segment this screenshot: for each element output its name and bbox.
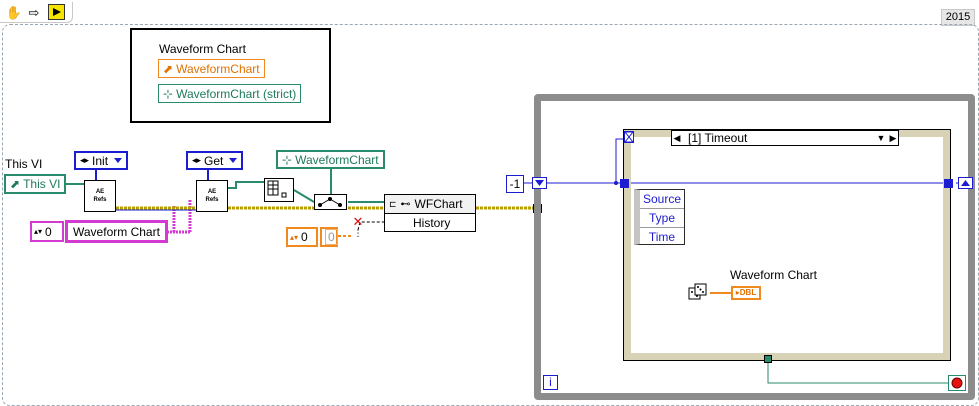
array-subset-node[interactable] bbox=[264, 178, 294, 202]
wire-ref2 bbox=[293, 189, 315, 203]
event-data-node[interactable]: Source Type Time bbox=[634, 189, 685, 245]
hierarchy-icon bbox=[318, 197, 342, 207]
ae-text: Refs bbox=[93, 197, 107, 203]
timeout-terminal[interactable] bbox=[624, 131, 634, 143]
event-data-source: Source bbox=[640, 190, 684, 209]
waveform-chart-string-constant[interactable]: Waveform Chart bbox=[65, 220, 168, 243]
chart-terminal-label: Waveform Chart bbox=[730, 268, 817, 282]
dropdown-arrow-icon bbox=[229, 158, 238, 163]
dice-icon[interactable] bbox=[688, 283, 708, 303]
dropdown-arrow-icon bbox=[114, 158, 123, 163]
iteration-terminal: i bbox=[543, 375, 558, 390]
event-tunnel-right bbox=[944, 179, 953, 188]
init-enum-constant[interactable]: ◂▸ Init bbox=[74, 151, 129, 170]
waveform-ref-control[interactable]: ⬈ WaveformChart bbox=[158, 59, 265, 78]
history-property-row[interactable]: History bbox=[385, 214, 475, 232]
decrement-icon[interactable]: ◀ bbox=[672, 133, 682, 144]
waveform-strict-ref-constant[interactable]: ⊹ WaveformChart bbox=[276, 150, 385, 169]
shift-const[interactable]: -1 bbox=[506, 175, 524, 193]
stop-tunnel bbox=[764, 355, 772, 363]
shift-register-left[interactable] bbox=[532, 177, 547, 189]
coercion-x-icon: ✕ ⋮ bbox=[352, 214, 364, 238]
stop-condition-terminal[interactable] bbox=[948, 375, 966, 391]
wfchart-property-node[interactable]: ⊏ ⊷ WFChart History bbox=[384, 194, 476, 232]
ref-arrow-icon: ⬈ bbox=[163, 61, 174, 76]
ref-arrow-icon: ⬈ bbox=[10, 177, 21, 191]
dropdown-arrow-icon[interactable]: ▼ bbox=[874, 133, 888, 143]
event-case-selector[interactable]: ◀ [1] Timeout ▼ ▶ bbox=[671, 130, 899, 146]
enum-icon: ◂▸ bbox=[192, 155, 202, 165]
this-vi-ref[interactable]: ⬈ This VI bbox=[4, 174, 67, 194]
waveform-strict-ref-control[interactable]: ⊹ WaveformChart (strict) bbox=[158, 84, 302, 103]
event-data-type: Type bbox=[640, 209, 684, 228]
key-icon: ⊷ bbox=[400, 198, 411, 210]
shift-register-right[interactable] bbox=[958, 177, 973, 189]
enum-icon: ◂▸ bbox=[80, 155, 90, 165]
stepper-icon: ▴▾ bbox=[290, 232, 299, 242]
ae-refs-subvi-init[interactable]: AE Refs bbox=[84, 180, 116, 212]
stepper-icon: ▴▾ bbox=[34, 227, 43, 236]
wire-ref bbox=[228, 181, 264, 189]
chart-dbl-terminal[interactable]: ▸DBL bbox=[731, 286, 761, 300]
ae-refs-subvi-get[interactable]: AE Refs bbox=[196, 180, 228, 212]
increment-icon[interactable]: ▶ bbox=[888, 133, 898, 144]
refs-title: Waveform Chart bbox=[159, 42, 246, 56]
hourglass-icon bbox=[625, 132, 633, 142]
get-enum-constant[interactable]: ◂▸ Get bbox=[186, 151, 244, 170]
this-vi-caption: This VI bbox=[5, 157, 43, 171]
ae-text: AE bbox=[95, 189, 105, 195]
ae-text: Refs bbox=[205, 197, 219, 203]
ae-text: AE bbox=[207, 189, 217, 195]
grid-icon bbox=[267, 180, 287, 198]
tree-icon: ⊹ bbox=[163, 86, 174, 101]
orange-array-constant[interactable]: 0 bbox=[320, 227, 338, 247]
tree-icon: ⊹ bbox=[282, 152, 293, 167]
ref-in-icon: ⊏ bbox=[389, 198, 397, 209]
numeric-pink-constant[interactable]: ▴▾ 0 bbox=[30, 221, 64, 242]
property-node-header: ⊏ ⊷ WFChart bbox=[385, 195, 475, 214]
orange-index-constant[interactable]: ▴▾ 0 bbox=[286, 227, 318, 247]
to-more-specific-node[interactable] bbox=[314, 194, 347, 210]
event-data-time: Time bbox=[648, 230, 676, 244]
event-tunnel-left bbox=[620, 179, 629, 188]
stop-icon bbox=[951, 377, 963, 389]
